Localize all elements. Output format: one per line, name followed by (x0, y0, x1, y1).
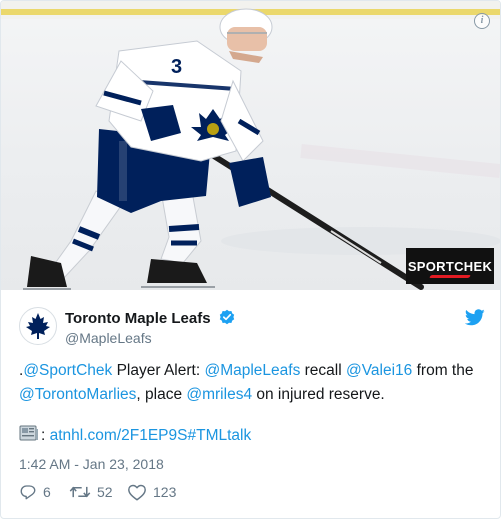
sponsor-swoosh (429, 275, 471, 278)
text-part: , place (136, 386, 187, 403)
tweet-photo[interactable]: 3 i SPORTCHEK (1, 1, 500, 290)
mention-sportchek[interactable]: @SportChek (23, 362, 112, 379)
handle[interactable]: @MapleLeafs (65, 330, 235, 346)
avatar[interactable] (19, 307, 57, 345)
display-name[interactable]: Toronto Maple Leafs (65, 310, 211, 327)
retweet-count: 52 (97, 484, 113, 500)
author-names[interactable]: Toronto Maple Leafs @MapleLeafs (65, 309, 235, 346)
text-part: Player Alert: (112, 362, 205, 379)
hashtag-tmltalk[interactable]: #TMLtalk (187, 427, 251, 444)
newspaper-emoji-icon (19, 425, 38, 441)
tweet-text: .@SportChek Player Alert: @MapleLeafs re… (19, 359, 479, 407)
mention-mriles4[interactable]: @mriles4 (186, 386, 252, 403)
timestamp[interactable]: 1:42 AM - Jan 23, 2018 (19, 456, 164, 472)
tweet-card: 3 i SPORTCHEK Toronto Maple Leafs @Maple… (0, 0, 501, 519)
like-icon (128, 484, 146, 501)
mention-torontomarlies[interactable]: @TorontoMarlies (19, 386, 136, 403)
text-part: recall (300, 362, 346, 379)
reply-count: 6 (43, 484, 51, 500)
link-line: : atnhl.com/2F1EP9S#TMLtalk (19, 424, 251, 445)
tweet-header: Toronto Maple Leafs @MapleLeafs (19, 307, 489, 349)
like-button[interactable]: 123 (127, 481, 176, 503)
mention-mapleleafs[interactable]: @MapleLeafs (204, 362, 300, 379)
reply-icon (20, 485, 36, 500)
like-count: 123 (153, 484, 177, 500)
reply-button[interactable]: 6 (19, 481, 51, 503)
jersey-number: 3 (171, 56, 182, 78)
verified-badge-icon (219, 309, 235, 325)
text-part: from the (412, 362, 474, 379)
maple-leaf-logo-icon (21, 309, 55, 343)
sportchek-logo: SPORTCHEK (406, 248, 494, 284)
sponsor-label: SPORTCHEK (407, 258, 493, 274)
article-link[interactable]: atnhl.com/2F1EP9S (50, 427, 188, 444)
link-prefix: : (41, 427, 50, 444)
retweet-icon (69, 486, 91, 498)
mention-valei16[interactable]: @Valei16 (346, 362, 412, 379)
retweet-button[interactable]: 52 (69, 481, 113, 503)
hockey-player-illustration: 3 (1, 1, 500, 290)
info-icon[interactable]: i (474, 13, 490, 29)
text-part: on injured reserve. (252, 386, 385, 403)
twitter-bird-icon[interactable] (465, 309, 485, 326)
